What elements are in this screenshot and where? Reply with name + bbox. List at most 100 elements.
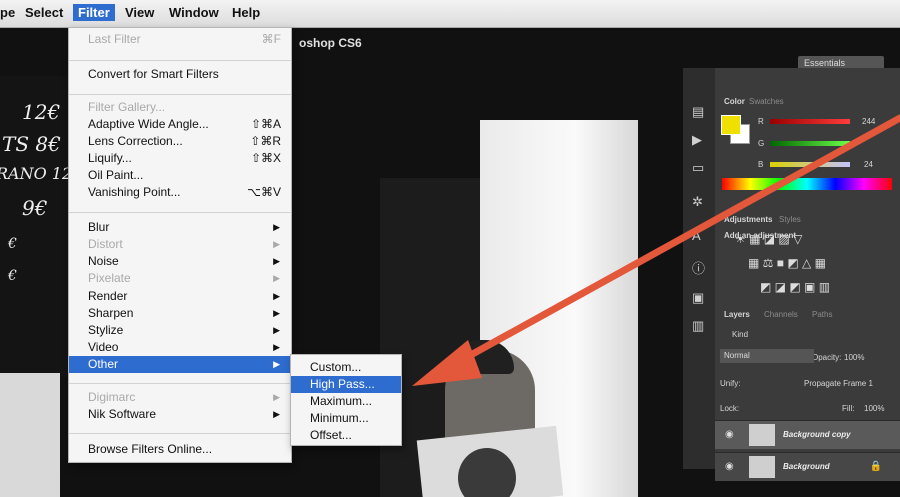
menu-item-convert-smart-filters[interactable]: Convert for Smart Filters [69, 66, 291, 83]
info-icon[interactable]: ⓘ [692, 258, 705, 277]
menu-item-offset[interactable]: Offset... [291, 427, 401, 444]
menu-item-video[interactable]: Video ▶ [69, 339, 291, 356]
submenu-arrow-icon: ▶ [273, 239, 280, 249]
layer-name[interactable]: Background [783, 462, 830, 471]
adjustment-icons-row[interactable]: ◩ ◪ ◩ ▣ ▥ [760, 280, 830, 294]
menu-view[interactable]: View [125, 5, 154, 20]
r-value[interactable]: 244 [862, 117, 875, 126]
menu-item-other[interactable]: Other ▶ [69, 356, 291, 373]
visibility-eye-icon[interactable]: ◉ [725, 461, 734, 472]
menu-item-digimarc[interactable]: Digimarc ▶ [69, 389, 291, 406]
chalk-text: TS 8€ [2, 132, 61, 156]
menu-item-blur[interactable]: Blur ▶ [69, 219, 291, 236]
menu-item-filter-gallery[interactable]: Filter Gallery... [69, 99, 291, 116]
app-title: oshop CS6 [299, 36, 362, 50]
chalk-text: RANO 12 [0, 164, 73, 183]
menu-item-oil-paint[interactable]: Oil Paint... [69, 167, 291, 184]
fill-label: Fill: [842, 404, 855, 413]
menu-help[interactable]: Help [232, 5, 260, 20]
play-icon[interactable]: ▶ [692, 132, 702, 148]
submenu-arrow-icon: ▶ [273, 256, 280, 266]
unify-label: Unify: [720, 379, 741, 388]
menu-item-stylize[interactable]: Stylize ▶ [69, 322, 291, 339]
menu-item-noise[interactable]: Noise ▶ [69, 253, 291, 270]
tab-paths[interactable]: Paths [812, 310, 832, 319]
menu-item-minimum[interactable]: Minimum... [291, 410, 401, 427]
menu-item-maximum[interactable]: Maximum... [291, 393, 401, 410]
tab-swatches[interactable]: Swatches [749, 97, 784, 106]
submenu-arrow-icon: ▶ [273, 273, 280, 283]
menu-item-vanishing-point[interactable]: Vanishing Point... ⌥⌘V [69, 184, 291, 201]
tab-channels[interactable]: Channels [764, 310, 798, 319]
submenu-arrow-icon: ▶ [273, 308, 280, 318]
menu-item-browse-filters-online[interactable]: Browse Filters Online... [69, 441, 291, 458]
history-icon[interactable]: ▤ [692, 104, 704, 120]
foreground-color-swatch[interactable] [721, 115, 741, 135]
blend-mode-dropdown[interactable]: Normal [720, 349, 814, 363]
menu-bar: pe Select Filter View Window Help [0, 0, 900, 28]
adjustment-icons-row[interactable]: ▦ ⚖ ■ ◩ △ ▦ [748, 256, 826, 270]
layer-filter-kind[interactable]: Kind [732, 330, 748, 339]
photo-region [0, 373, 60, 497]
adjustment-icons-row[interactable]: ☀ ▦ ◪ ▨ ▽ [735, 232, 802, 246]
menu-item-lens-correction[interactable]: Lens Correction... ⇧⌘R [69, 133, 291, 150]
opacity-label: Opacity: [812, 353, 842, 362]
visibility-eye-icon[interactable]: ◉ [725, 429, 734, 440]
layer-name[interactable]: Background copy [783, 430, 851, 439]
menu-separator [69, 433, 291, 434]
menu-item-liquify[interactable]: Liquify... ⇧⌘X [69, 150, 291, 167]
lock-icon: 🔒 [869, 461, 882, 472]
opacity-value[interactable]: 100% [844, 353, 864, 362]
menu-item-adaptive-wide-angle[interactable]: Adaptive Wide Angle... ⇧⌘A [69, 116, 291, 133]
submenu-arrow-icon: ▶ [273, 222, 280, 232]
menu-separator [69, 60, 291, 61]
layer-thumbnail [749, 456, 775, 478]
g-slider[interactable] [770, 141, 850, 146]
menu-item-high-pass[interactable]: High Pass... [291, 376, 401, 393]
layer-row-background-copy[interactable]: ◉ Background copy [715, 420, 900, 449]
menu-window[interactable]: Window [169, 5, 219, 20]
tab-color[interactable]: Color [724, 97, 745, 106]
layer-thumbnail [749, 424, 775, 446]
channel-label-b: B [758, 160, 764, 169]
other-submenu: Custom... High Pass... Maximum... Minimu… [290, 354, 402, 446]
clip-icon[interactable]: ▥ [692, 318, 704, 334]
menu-item-render[interactable]: Render ▶ [69, 288, 291, 305]
b-value[interactable]: 24 [864, 160, 873, 169]
channel-label-g: G [758, 139, 765, 148]
submenu-arrow-icon: ▶ [273, 409, 280, 419]
color-spectrum[interactable] [722, 178, 892, 190]
brush-icon[interactable]: ▭ [692, 160, 704, 176]
layer-row-background[interactable]: ◉ Background 🔒 [715, 452, 900, 481]
chalk-text: € [8, 236, 17, 252]
menu-separator [69, 212, 291, 213]
menu-item-custom[interactable]: Custom... [291, 359, 401, 376]
menu-item-last-filter[interactable]: Last Filter ⌘F [69, 31, 291, 48]
menu-select[interactable]: Select [25, 5, 63, 20]
menu-item-sharpen[interactable]: Sharpen ▶ [69, 305, 291, 322]
menu-filter[interactable]: Filter [73, 4, 115, 21]
notes-icon[interactable]: ▣ [692, 290, 704, 306]
menu-item-nik-software[interactable]: Nik Software ▶ [69, 406, 291, 423]
channel-label-r: R [758, 117, 764, 126]
tab-layers[interactable]: Layers [724, 310, 750, 319]
tab-adjustments[interactable]: Adjustments [724, 215, 772, 224]
submenu-arrow-icon: ▶ [273, 342, 280, 352]
chalk-text: € [8, 268, 17, 284]
b-slider[interactable] [770, 162, 850, 167]
settings-icon[interactable]: ✲ [692, 194, 703, 210]
submenu-arrow-icon: ▶ [273, 325, 280, 335]
menu-partial-type[interactable]: pe [0, 5, 15, 20]
menu-separator [69, 94, 291, 95]
panel-icon-strip: ▤ ▶ ▭ ✲ A ⓘ ▣ ▥ [683, 68, 715, 469]
char-icon[interactable]: A [692, 228, 701, 243]
menu-item-distort[interactable]: Distort ▶ [69, 236, 291, 253]
propagate-frame-checkbox[interactable]: Propagate Frame 1 [804, 379, 873, 388]
menu-separator [69, 383, 291, 384]
fill-value[interactable]: 100% [864, 404, 884, 413]
tab-styles[interactable]: Styles [779, 215, 801, 224]
r-slider[interactable] [770, 119, 850, 124]
submenu-arrow-icon: ▶ [273, 291, 280, 301]
menu-item-pixelate[interactable]: Pixelate ▶ [69, 270, 291, 287]
filter-menu: Last Filter ⌘F Convert for Smart Filters … [68, 27, 292, 463]
